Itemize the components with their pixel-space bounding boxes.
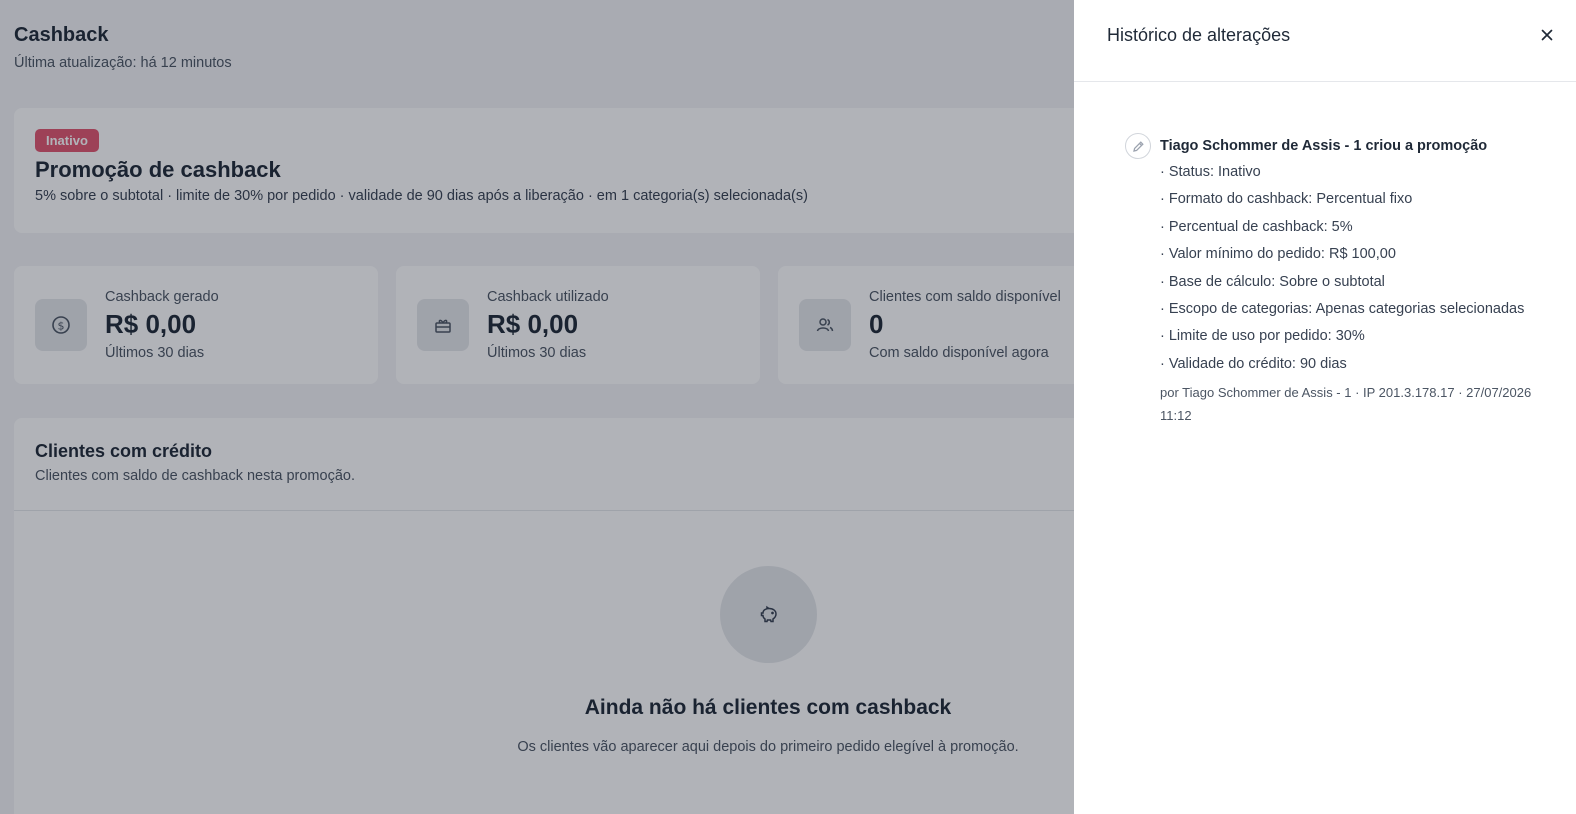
- history-change-item: · Limite de uso por pedido: 30%: [1160, 328, 1365, 345]
- close-button[interactable]: [1534, 22, 1560, 48]
- history-entry-title: Tiago Schommer de Assis - 1 criou a prom…: [1160, 138, 1488, 154]
- history-change-item: · Percentual de cashback: 5%: [1160, 218, 1353, 235]
- history-change-item: · Base de cálculo: Sobre o subtotal: [1160, 273, 1385, 290]
- history-drawer: Histórico de alterações Tiago Schommer d…: [1074, 0, 1576, 814]
- pencil-icon: [1125, 133, 1151, 159]
- drawer-title: Histórico de alterações: [1107, 25, 1291, 45]
- close-icon: [1541, 29, 1553, 41]
- history-change-item: · Status: Inativo: [1160, 164, 1261, 180]
- drawer-header: Histórico de alterações: [1074, 0, 1576, 82]
- history-entry-meta: por Tiago Schommer de Assis - 1 · IP 201…: [1160, 385, 1532, 423]
- history-changes-list: · Status: Inativo · Formato do cashback:…: [1160, 159, 1524, 378]
- history-change-item: · Formato do cashback: Percentual fixo: [1160, 191, 1413, 208]
- history-change-item: · Escopo de categorias: Apenas categoria…: [1160, 301, 1525, 318]
- history-change-item: · Valor mínimo do pedido: R$ 100,00: [1160, 246, 1396, 263]
- history-change-item: · Validade do crédito: 90 dias: [1160, 355, 1347, 372]
